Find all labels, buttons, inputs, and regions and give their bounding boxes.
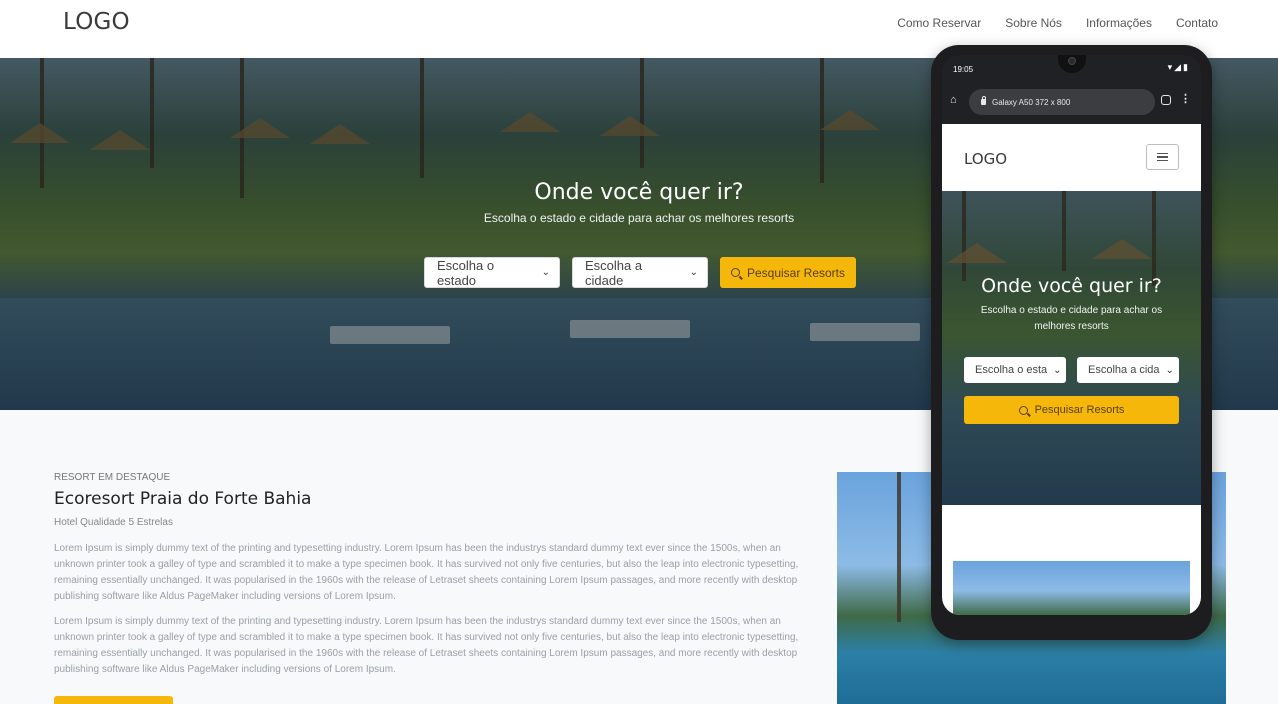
- state-select-value: Escolha o estado: [437, 257, 495, 288]
- mobile-hero-title: Onde você quer ir?: [981, 275, 1162, 297]
- mobile-state-select[interactable]: Escolha o esta ⌄: [964, 357, 1066, 383]
- phone-screen: 19:05 ▾◢▮ ⌂ Galaxy A50 372 x 800 ⋮ LOGO …: [942, 55, 1201, 615]
- featured-resort: RESORT EM DESTAQUE Ecoresort Praia do Fo…: [54, 472, 799, 678]
- search-icon: [1018, 405, 1028, 415]
- phone-status-bar: 19:05 ▾◢▮: [942, 55, 1201, 81]
- mobile-state-select-value: Escolha o esta: [975, 364, 1048, 376]
- city-select-value: Escolha a cidade: [585, 257, 643, 288]
- mobile-logo[interactable]: LOGO: [964, 150, 1007, 168]
- mobile-city-select[interactable]: Escolha a cida ⌄: [1077, 357, 1179, 383]
- home-icon[interactable]: ⌂: [950, 94, 957, 106]
- chevron-down-icon: ⌄: [1165, 364, 1174, 376]
- tabs-icon[interactable]: [1161, 95, 1171, 105]
- chevron-down-icon: ⌄: [689, 267, 698, 278]
- search-resorts-label: Pesquisar Resorts: [746, 265, 846, 280]
- logo[interactable]: LOGO: [63, 9, 130, 35]
- mobile-search-resorts-label: Pesquisar Resorts: [1034, 404, 1125, 416]
- status-time: 19:05: [953, 65, 974, 74]
- lock-icon: [981, 96, 986, 105]
- mobile-resort-photo: [953, 561, 1190, 615]
- browser-toolbar: ⌂ Galaxy A50 372 x 800 ⋮: [942, 81, 1201, 124]
- address-bar[interactable]: Galaxy A50 372 x 800: [969, 89, 1155, 115]
- city-select[interactable]: Escolha a cidade ⌄: [572, 257, 708, 288]
- nav-link-sobre-nos[interactable]: Sobre Nós: [1005, 16, 1062, 30]
- main-nav: Como Reservar Sobre Nós Informações Cont…: [897, 16, 1218, 30]
- nav-link-contato[interactable]: Contato: [1176, 16, 1218, 30]
- chevron-down-icon: ⌄: [541, 267, 550, 278]
- mobile-navbar: LOGO: [942, 124, 1201, 191]
- mobile-hero-overlay: [942, 191, 1201, 505]
- featured-title: Ecoresort Praia do Forte Bahia: [54, 489, 312, 509]
- mobile-search-resorts-button[interactable]: Pesquisar Resorts: [964, 396, 1179, 424]
- search-resorts-button[interactable]: Pesquisar Resorts: [720, 257, 856, 288]
- hamburger-icon[interactable]: [1146, 144, 1179, 170]
- search-icon: [730, 268, 740, 277]
- mobile-city-select-value: Escolha a cida: [1088, 364, 1160, 376]
- featured-kicker: RESORT EM DESTAQUE: [54, 472, 171, 483]
- phone-mockup: 19:05 ▾◢▮ ⌂ Galaxy A50 372 x 800 ⋮ LOGO …: [931, 45, 1212, 640]
- featured-description: Lorem Ipsum is simply dummy text of the …: [54, 543, 799, 602]
- mobile-hero: Onde você quer ir? Escolha o estado e ci…: [942, 191, 1201, 505]
- more-vert-icon[interactable]: ⋮: [1180, 92, 1191, 105]
- status-icons: ▾◢▮: [1167, 62, 1190, 72]
- featured-description: Lorem Ipsum is simply dummy text of the …: [54, 616, 799, 675]
- mobile-hero-subtitle: Escolha o estado e cidade para achar os …: [980, 305, 1163, 332]
- camera-notch: [1058, 55, 1086, 73]
- featured-rating: Hotel Qualidade 5 Estrelas: [54, 517, 173, 528]
- nav-link-informacoes[interactable]: Informações: [1086, 16, 1152, 30]
- chevron-down-icon: ⌄: [1053, 364, 1062, 376]
- mobile-content: [942, 505, 1201, 615]
- nav-link-como-reservar[interactable]: Como Reservar: [897, 16, 981, 30]
- featured-cta-button[interactable]: [54, 696, 173, 704]
- search-form: Escolha o estado ⌄ Escolha a cidade ⌄ Pe…: [424, 257, 856, 288]
- state-select[interactable]: Escolha o estado ⌄: [424, 257, 560, 288]
- device-label: Galaxy A50 372 x 800: [992, 97, 1071, 107]
